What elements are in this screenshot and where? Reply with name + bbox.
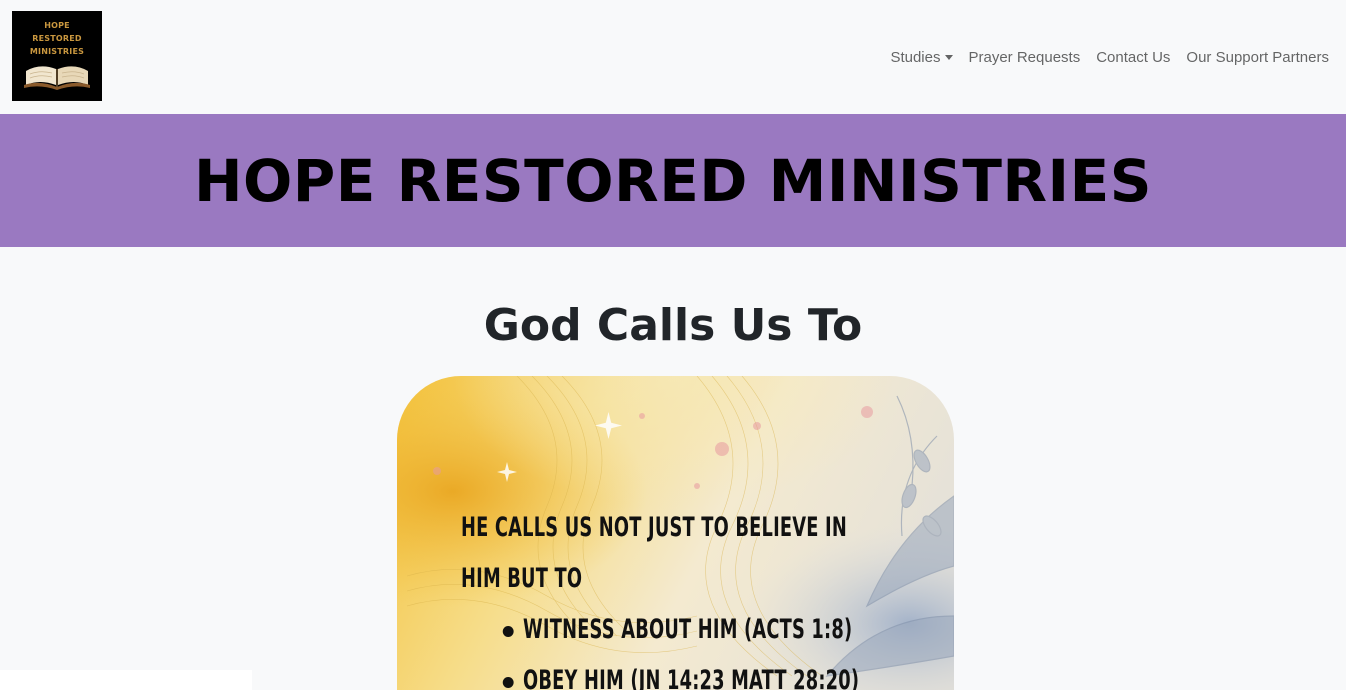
section-title: God Calls Us To (483, 300, 863, 351)
nav-studies-label: Studies (890, 48, 941, 66)
logo-line: RESTORED (32, 34, 82, 43)
hero-banner: HOPE RESTORED MINISTRIES (0, 114, 1346, 247)
footer-overlay (0, 670, 252, 690)
logo-line: HOPE (44, 21, 70, 30)
open-book-icon (24, 66, 90, 90)
site-logo[interactable]: HOPE RESTORED MINISTRIES (12, 11, 102, 101)
nav-prayer-requests[interactable]: Prayer Requests (961, 49, 1089, 66)
card-intro-line: HE CALLS US NOT JUST TO BELIEVE IN (461, 512, 848, 543)
navbar: HOPE RESTORED MINISTRIES Studies Prayer … (0, 0, 1346, 114)
card-intro-line: HIM BUT TO (461, 563, 583, 594)
hero-title: HOPE RESTORED MINISTRIES (193, 146, 1153, 215)
nav-support-partners[interactable]: Our Support Partners (1178, 49, 1329, 66)
card-bullet-item: WITNESS ABOUT HIM (ACTS 1:8) (502, 604, 936, 655)
chevron-down-icon (944, 55, 953, 60)
card-bullet-item: OBEY HIM (JN 14:23 MATT 28:20) (502, 655, 936, 690)
nav-contact-us[interactable]: Contact Us (1088, 49, 1178, 66)
card-bullet-list: WITNESS ABOUT HIM (ACTS 1:8) OBEY HIM (J… (461, 604, 936, 690)
calling-card-image: HE CALLS US NOT JUST TO BELIEVE IN HIM B… (397, 376, 954, 690)
nav-studies-dropdown[interactable]: Studies (882, 49, 960, 66)
card-text: HE CALLS US NOT JUST TO BELIEVE IN HIM B… (461, 502, 936, 690)
nav-links: Studies Prayer Requests Contact Us Our S… (882, 46, 1329, 68)
logo-text: HOPE RESTORED MINISTRIES (12, 19, 102, 58)
